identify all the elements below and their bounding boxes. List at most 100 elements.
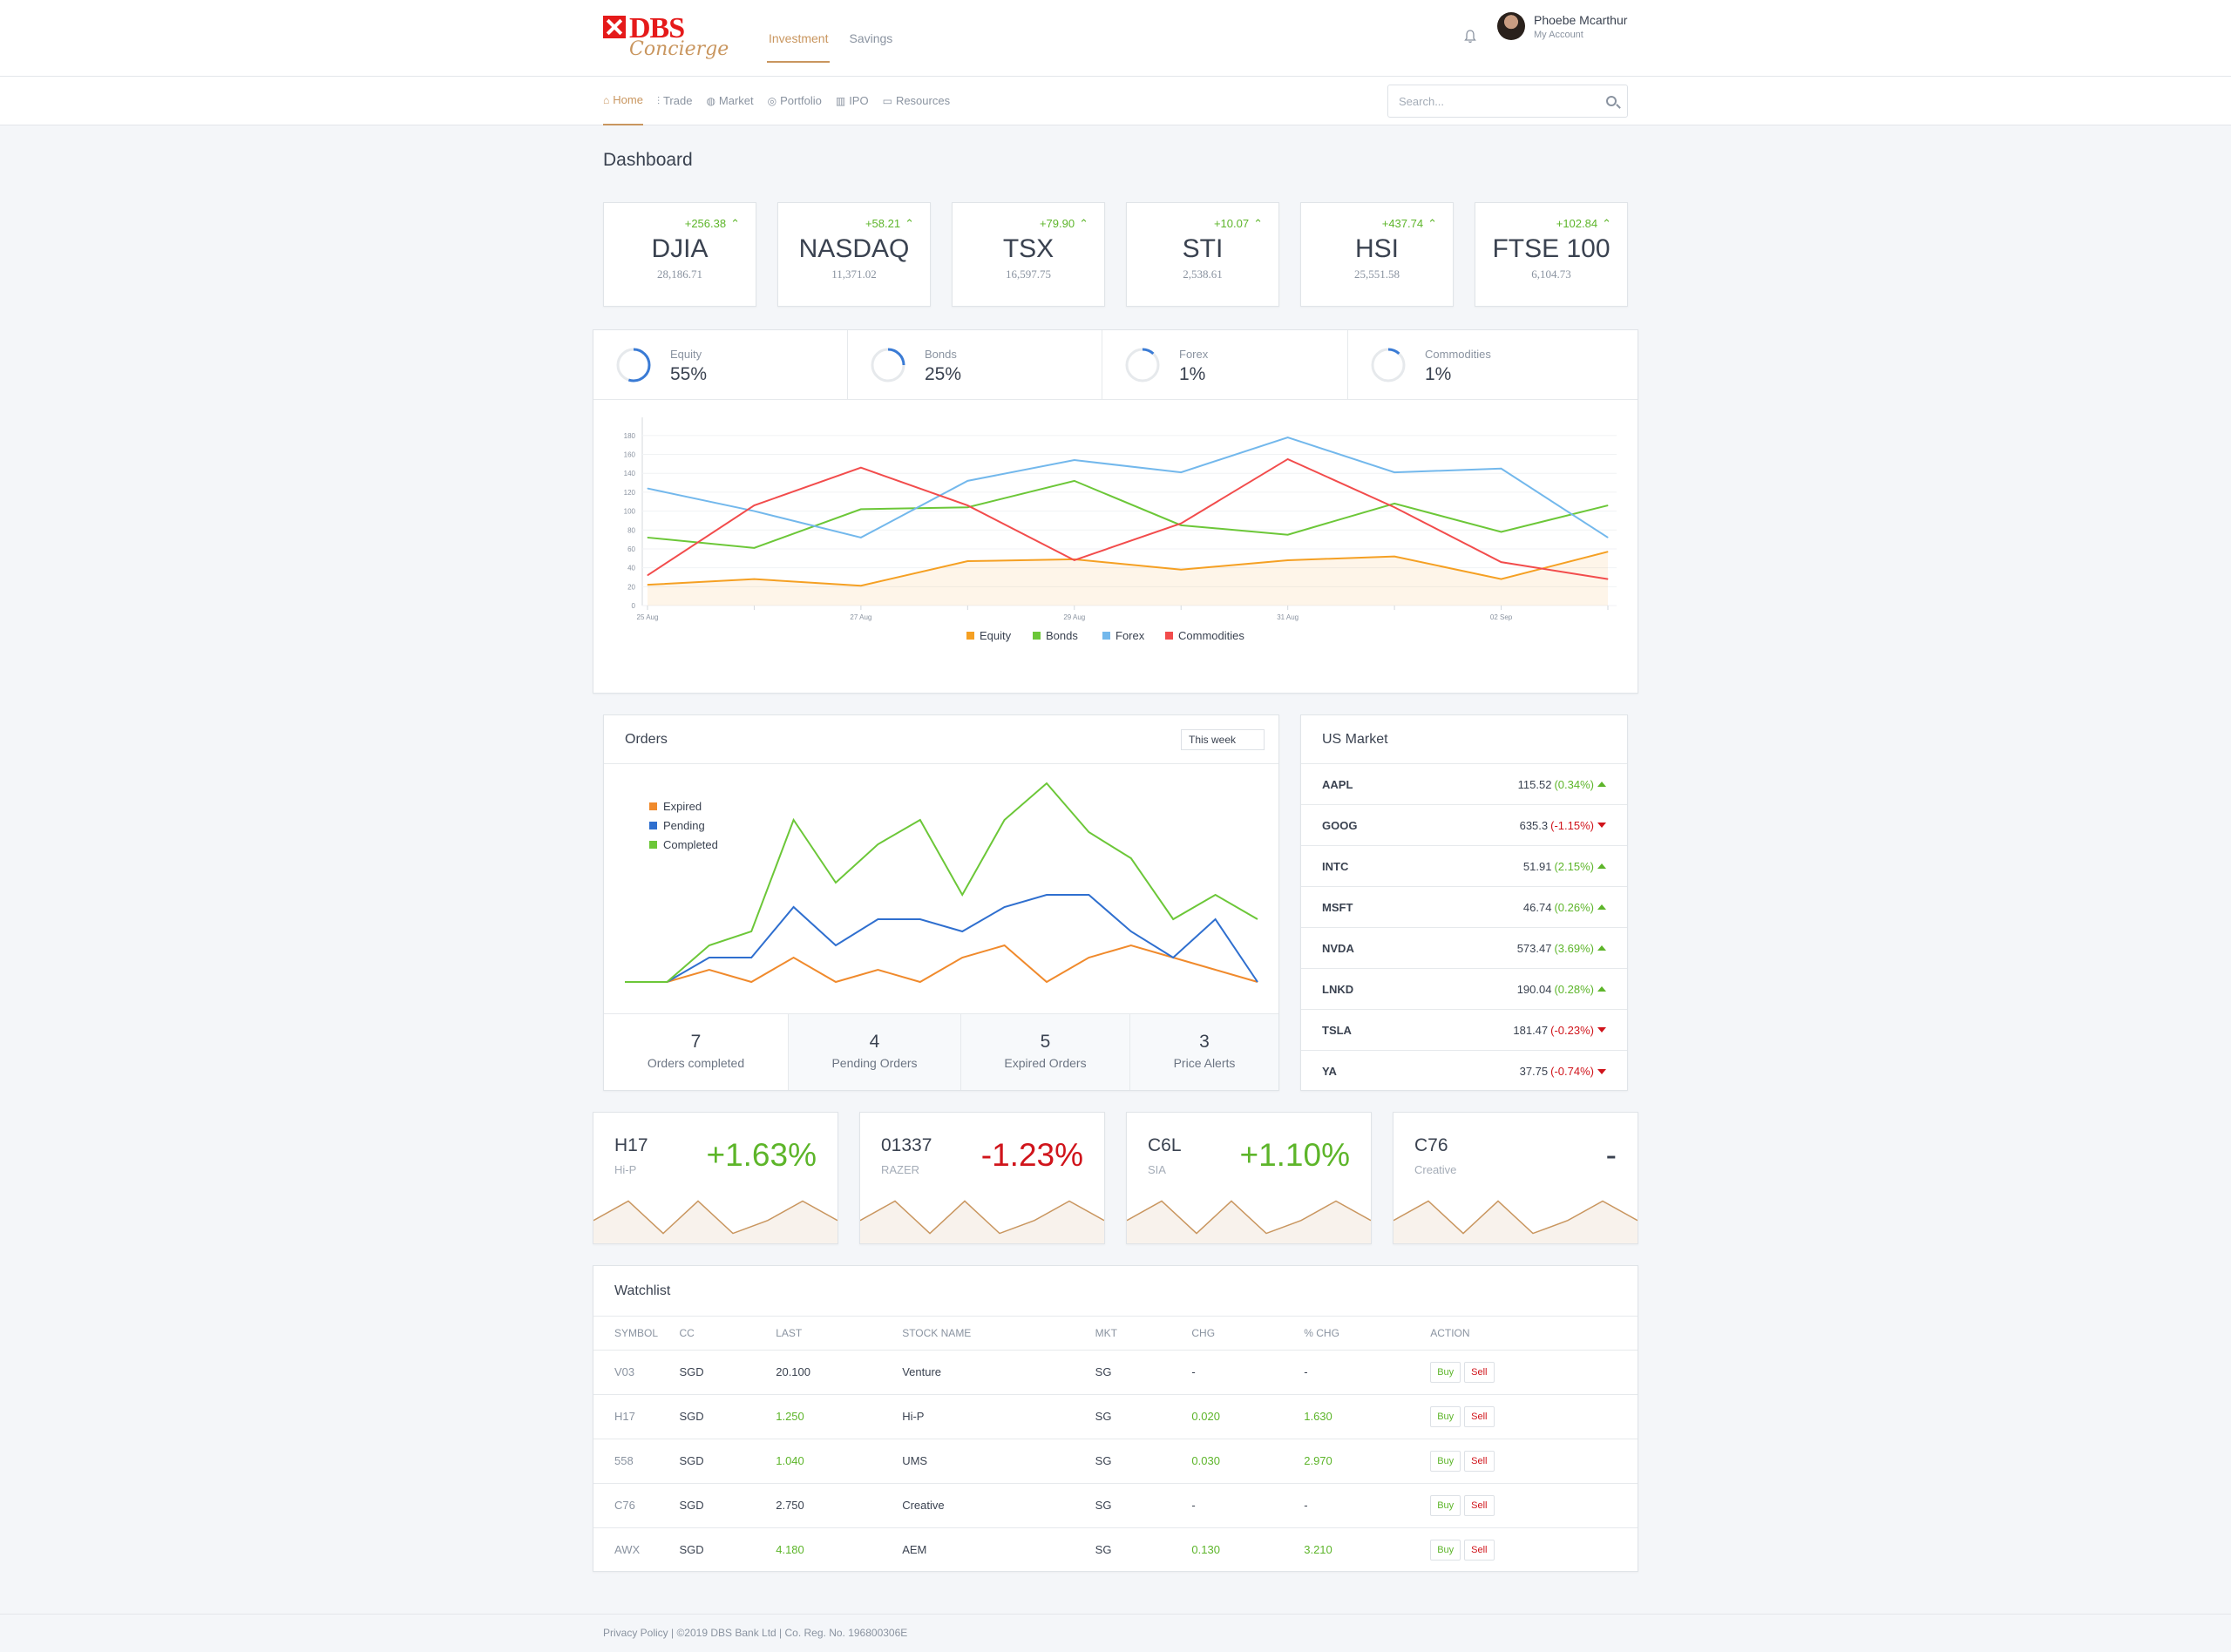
stock-card[interactable]: 01337 RAZER -1.23% xyxy=(859,1112,1105,1244)
stock-card[interactable]: C6L SIA +1.10% xyxy=(1126,1112,1372,1244)
allocation-ring xyxy=(616,348,651,383)
allocation-bonds[interactable]: Bonds 25% xyxy=(848,330,1102,400)
market-row[interactable]: NVDA 573.47 (3.69%) xyxy=(1301,928,1627,969)
subnav-label: Home xyxy=(613,93,643,106)
index-card[interactable]: +79.90 ⌃ TSX 16,597.75 xyxy=(952,202,1105,307)
my-account-link[interactable]: My Account xyxy=(1534,30,1627,40)
index-change: +79.90 ⌃ xyxy=(1040,217,1088,231)
avatar[interactable] xyxy=(1497,12,1525,40)
orders-chart: Expired Pending Completed xyxy=(625,782,1258,984)
market-row[interactable]: INTC 51.91 (2.15%) xyxy=(1301,846,1627,887)
sell-button[interactable]: Sell xyxy=(1464,1450,1495,1472)
market-row[interactable]: AAPL 115.52 (0.34%) xyxy=(1301,764,1627,805)
column-header[interactable]: LAST xyxy=(755,1317,882,1351)
search-icon[interactable] xyxy=(1606,96,1617,106)
market-change: (-1.15%) xyxy=(1550,818,1594,832)
index-card[interactable]: +256.38 ⌃ DJIA 28,186.71 xyxy=(603,202,756,307)
search-box[interactable] xyxy=(1387,85,1628,118)
column-header[interactable]: MKT xyxy=(1074,1317,1171,1351)
data-point xyxy=(1501,531,1502,532)
allocation-commodities[interactable]: Commodities 1% xyxy=(1348,330,1638,400)
footer-text[interactable]: Privacy Policy | ©2019 DBS Bank Ltd | Co… xyxy=(603,1627,907,1639)
market-row[interactable]: MSFT 46.74 (0.26%) xyxy=(1301,887,1627,928)
bell-icon[interactable] xyxy=(1464,30,1476,44)
us-market-card: US Market AAPL 115.52 (0.34%) GOOG 635.3 (-1.… xyxy=(1300,714,1628,1091)
sell-button[interactable]: Sell xyxy=(1464,1361,1495,1383)
order-stat[interactable]: 3 Price Alerts xyxy=(1130,1014,1278,1090)
cell-pchg: 2.970 xyxy=(1283,1439,1410,1484)
table-row[interactable]: 558 SGD 1.040 UMS SG 0.030 2.970 Buy Sell xyxy=(593,1439,1638,1484)
column-header[interactable]: CC xyxy=(658,1317,756,1351)
page-title: Dashboard xyxy=(603,150,693,170)
stock-card[interactable]: H17 Hi-P +1.63% xyxy=(593,1112,838,1244)
cell-action: Buy Sell xyxy=(1409,1483,1638,1528)
tab-investment[interactable]: Investment xyxy=(767,0,831,63)
order-stat[interactable]: 5 Expired Orders xyxy=(961,1014,1130,1090)
column-header[interactable]: ACTION xyxy=(1409,1317,1638,1351)
column-header[interactable]: SYMBOL xyxy=(593,1317,659,1351)
allocation-percent: 55% xyxy=(670,364,708,384)
buy-button[interactable]: Buy xyxy=(1430,1450,1461,1472)
index-value: 28,186.71 xyxy=(657,267,702,281)
cell-cc: SGD xyxy=(658,1394,756,1439)
cell-action: Buy Sell xyxy=(1409,1394,1638,1439)
column-header[interactable]: CHG xyxy=(1170,1317,1284,1351)
index-card[interactable]: +10.07 ⌃ STI 2,538.61 xyxy=(1126,202,1279,307)
search-input[interactable] xyxy=(1388,85,1589,117)
folder-icon: ▭ xyxy=(882,95,892,107)
cell-mkt: SG xyxy=(1074,1350,1171,1395)
chevron-up-icon: ⌃ xyxy=(1253,217,1263,230)
index-card[interactable]: +58.21 ⌃ NASDAQ 11,371.02 xyxy=(777,202,931,307)
cell-last: 2.750 xyxy=(755,1483,882,1528)
index-change: +256.38 ⌃ xyxy=(685,217,740,231)
period-select[interactable]: This week xyxy=(1181,729,1265,750)
allocation-equity[interactable]: Equity 55% xyxy=(593,330,848,400)
market-row[interactable]: GOOG 635.3 (-1.15%) xyxy=(1301,805,1627,846)
market-row[interactable]: LNKD 190.04 (0.28%) xyxy=(1301,969,1627,1010)
index-card[interactable]: +102.84 ⌃ FTSE 100 6,104.73 xyxy=(1475,202,1628,307)
data-point xyxy=(1180,569,1182,571)
column-header[interactable]: % CHG xyxy=(1283,1317,1410,1351)
subnav-portfolio[interactable]: ◎ Portfolio xyxy=(768,77,822,125)
subnav-trade[interactable]: ⫶ Trade xyxy=(657,77,693,125)
sell-button[interactable]: Sell xyxy=(1464,1494,1495,1516)
tab-savings[interactable]: Savings xyxy=(847,0,894,77)
market-change: (0.26%) xyxy=(1554,900,1594,914)
allocation-forex[interactable]: Forex 1% xyxy=(1102,330,1348,400)
stock-name: Hi-P xyxy=(614,1163,637,1176)
stock-card[interactable]: C76 Creative - xyxy=(1393,1112,1638,1244)
buy-button[interactable]: Buy xyxy=(1430,1405,1461,1427)
buy-button[interactable]: Buy xyxy=(1430,1361,1461,1383)
index-card[interactable]: +437.74 ⌃ HSI 25,551.58 xyxy=(1300,202,1454,307)
market-row[interactable]: TSLA 181.47 (-0.23%) xyxy=(1301,1010,1627,1051)
dbs-logo[interactable]: DBS Concierge xyxy=(603,12,743,64)
market-row[interactable]: YA 37.75 (-0.74%) xyxy=(1301,1051,1627,1092)
table-row[interactable]: V03 SGD 20.100 Venture SG - - Buy Sell xyxy=(593,1350,1638,1395)
sell-button[interactable]: Sell xyxy=(1464,1539,1495,1561)
triangle-up-icon xyxy=(1597,945,1606,951)
table-row[interactable]: AWX SGD 4.180 AEM SG 0.130 3.210 Buy Sell xyxy=(593,1527,1638,1572)
subnav-home[interactable]: ⌂ Home xyxy=(603,77,643,125)
orders-line-completed xyxy=(625,782,1258,983)
user-menu[interactable]: Phoebe Mcarthur My Account xyxy=(1497,12,1627,40)
market-symbol: YA xyxy=(1322,1065,1337,1078)
subnav-resources[interactable]: ▭ Resources xyxy=(883,77,950,125)
allocation-row: Equity 55% Bonds 25% Forex 1% Commodities 1% xyxy=(593,330,1638,400)
sell-button[interactable]: Sell xyxy=(1464,1405,1495,1427)
subnav-market[interactable]: ◍ Market xyxy=(706,77,753,125)
data-point xyxy=(753,547,755,549)
table-row[interactable]: H17 SGD 1.250 Hi-P SG 0.020 1.630 Buy Sell xyxy=(593,1394,1638,1439)
column-header[interactable]: STOCK NAME xyxy=(881,1317,1075,1351)
data-point xyxy=(1074,459,1075,461)
table-row[interactable]: C76 SGD 2.750 Creative SG - - Buy Sell xyxy=(593,1483,1638,1528)
buy-button[interactable]: Buy xyxy=(1430,1494,1461,1516)
index-change-value: +256.38 xyxy=(684,217,727,230)
subnav-ipo[interactable]: ▥ IPO xyxy=(836,77,869,125)
legend-label: Equity xyxy=(980,629,1012,642)
cell-symbol: C76 xyxy=(593,1483,659,1528)
allocation-ring xyxy=(1371,348,1406,383)
index-value: 6,104.73 xyxy=(1531,267,1571,281)
order-stat[interactable]: 4 Pending Orders xyxy=(789,1014,961,1090)
buy-button[interactable]: Buy xyxy=(1430,1539,1461,1561)
order-stat[interactable]: 7 Orders completed xyxy=(604,1014,789,1090)
